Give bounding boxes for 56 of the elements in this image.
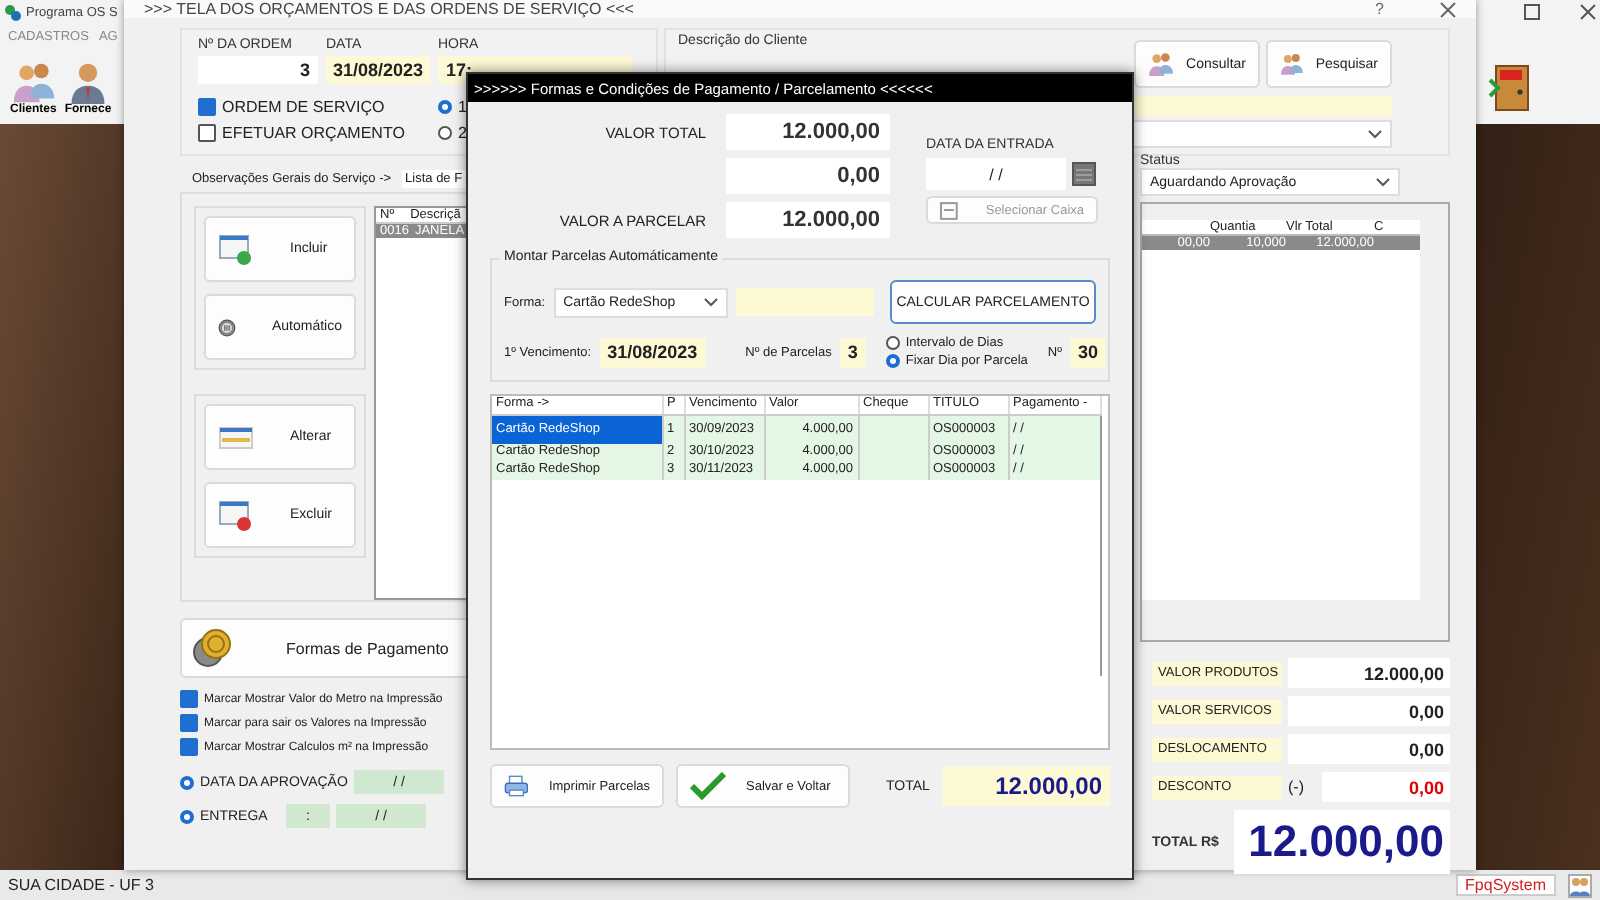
window-title: >>> TELA DOS ORÇAMENTOS E DAS ORDENS DE SERVIÇO <<< xyxy=(144,0,634,18)
caret-icon xyxy=(1376,177,1390,187)
date-field[interactable]: / / xyxy=(926,158,1066,190)
checkbox[interactable] xyxy=(180,738,198,756)
status-text: FpqSystem xyxy=(1455,874,1556,896)
checkbox-label: EFETUAR ORÇAMENTO xyxy=(222,124,405,142)
radio-label: 2 xyxy=(458,124,467,142)
checkbox[interactable] xyxy=(198,98,216,116)
checkbox[interactable] xyxy=(198,124,216,142)
date-field[interactable]: 31/08/2023 xyxy=(599,337,706,367)
amount-field[interactable]: 0,00 xyxy=(726,158,890,194)
input-field[interactable]: 3 xyxy=(839,337,866,367)
delete-record-icon xyxy=(218,499,254,531)
people-icon[interactable] xyxy=(1568,873,1592,897)
amount-field[interactable]: 12.000,00 xyxy=(726,202,890,238)
radio-button[interactable] xyxy=(885,336,900,350)
radio-button[interactable] xyxy=(885,354,900,368)
total-value: 12.000,00 xyxy=(1234,810,1450,874)
input-field[interactable] xyxy=(735,288,874,316)
status-text: SUA CIDADE - UF 3 xyxy=(8,876,154,894)
value-field[interactable]: 0,00 xyxy=(1288,734,1450,764)
door-icon[interactable] xyxy=(1488,63,1532,111)
value-field[interactable]: 0,00 xyxy=(1322,772,1450,802)
table-cell[interactable] xyxy=(858,414,928,443)
total-value: 12.000,00 xyxy=(941,766,1110,806)
radio-label: 1 xyxy=(458,98,467,116)
radio-button[interactable] xyxy=(438,126,452,140)
radio-button[interactable] xyxy=(438,100,452,114)
date-field[interactable]: 31/08/2023 xyxy=(326,56,430,84)
value-field[interactable]: 12.000,00 xyxy=(1288,658,1450,688)
input-field[interactable]: 30 xyxy=(1069,337,1106,367)
people-icon xyxy=(11,59,56,103)
payment-button[interactable]: Formas de Pagamento xyxy=(180,618,470,678)
caret-icon xyxy=(1368,129,1382,139)
minus-sign: (-) xyxy=(1288,778,1306,796)
help-button[interactable]: ? xyxy=(1375,0,1384,18)
checkbox[interactable] xyxy=(180,690,198,708)
edit-record-icon xyxy=(218,425,254,449)
radio-button[interactable] xyxy=(180,775,194,789)
amount-field[interactable]: 12.000,00 xyxy=(726,114,890,150)
coins-icon xyxy=(190,626,234,670)
add-record-icon xyxy=(218,233,254,265)
app-icon xyxy=(4,3,22,21)
calendar-icon[interactable] xyxy=(1072,162,1096,186)
radio-button[interactable] xyxy=(180,809,194,823)
checkmark-icon xyxy=(690,772,726,800)
value-field[interactable]: 0,00 xyxy=(1288,696,1450,726)
close-icon[interactable] xyxy=(1440,1,1456,17)
printer-icon xyxy=(504,770,529,802)
checkbox[interactable] xyxy=(180,714,198,732)
window-icon xyxy=(940,201,958,219)
checkbox-label: ORDEM DE SERVIÇO xyxy=(222,98,385,116)
maximize-icon[interactable] xyxy=(1524,4,1540,20)
caret-icon xyxy=(703,297,718,307)
input-field[interactable]: 3 xyxy=(198,56,318,84)
close-icon[interactable] xyxy=(1580,4,1596,20)
